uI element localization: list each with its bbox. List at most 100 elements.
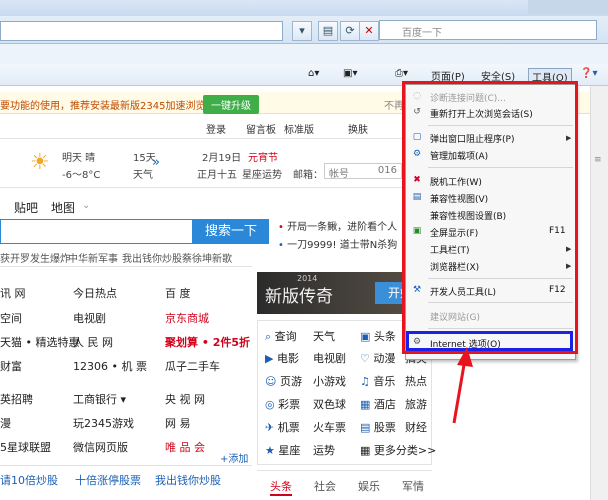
search-input[interactable] bbox=[0, 219, 193, 244]
site-link[interactable]: 讯 网 bbox=[0, 285, 26, 301]
anime-icon: ♡ bbox=[360, 352, 374, 365]
highlight-box-red bbox=[402, 81, 578, 354]
guestbook-link[interactable]: 留言板 bbox=[246, 121, 276, 136]
service-label[interactable]: 动漫 bbox=[373, 352, 395, 365]
tab-military[interactable]: 军情 bbox=[402, 478, 424, 494]
date: 2月19日 bbox=[202, 153, 242, 164]
weather-today[interactable]: 明天 晴 bbox=[62, 149, 95, 164]
ticker-item[interactable]: 获开罗发生爆炸 bbox=[0, 250, 70, 265]
service-link[interactable]: 运势 bbox=[313, 442, 335, 458]
lunar-date: 正月十五 bbox=[197, 170, 237, 181]
service-label[interactable]: 星座 bbox=[278, 444, 300, 457]
tab-headlines[interactable]: 头条 bbox=[270, 478, 292, 496]
site-link[interactable]: 英招聘 bbox=[0, 391, 33, 407]
notice-dismiss[interactable]: 不再 bbox=[384, 97, 404, 112]
weather-temp: -6～8°C bbox=[62, 170, 101, 181]
service-label[interactable]: 彩票 bbox=[278, 398, 300, 411]
site-link[interactable]: 今日热点 bbox=[73, 285, 117, 301]
service-link[interactable]: 热点 bbox=[405, 373, 427, 389]
site-link[interactable]: 5星球联盟 bbox=[0, 439, 51, 455]
service-label[interactable]: 查询 bbox=[275, 330, 297, 343]
site-link[interactable]: 电视剧 bbox=[73, 310, 106, 326]
site-link[interactable]: 漫 bbox=[0, 415, 11, 431]
scrollbar[interactable] bbox=[590, 86, 608, 500]
search-icon: ⌕ bbox=[265, 330, 275, 343]
site-link[interactable]: 网 易 bbox=[165, 415, 191, 431]
bottom-link[interactable]: 十倍涨停股票 bbox=[75, 472, 141, 488]
service-link: ✈ 机票 bbox=[265, 419, 300, 435]
title-bar bbox=[0, 0, 608, 16]
service-link: ▦ 酒店 bbox=[360, 396, 396, 412]
bottom-link[interactable]: 我出钱你炒股 bbox=[155, 472, 221, 488]
site-link[interactable]: 央 视 网 bbox=[165, 391, 205, 407]
ticker-item[interactable]: 蔡徐坤新歌 bbox=[182, 250, 232, 265]
site-link[interactable]: 玩2345游戏 bbox=[73, 415, 134, 431]
plane-icon: ✈ bbox=[265, 421, 278, 434]
site-link[interactable]: 空间 bbox=[0, 310, 22, 326]
notice-text: 要功能的使用，推荐安装最新版2345加速浏览器： bbox=[0, 101, 226, 112]
hot-link-2[interactable]: 一刀9999! 道士带N杀狗 bbox=[287, 240, 397, 251]
browser-search-input[interactable]: 百度一下 bbox=[379, 20, 597, 40]
site-link[interactable]: 瓜子二手车 bbox=[165, 358, 220, 374]
feeds-icon[interactable]: ▣▾ bbox=[343, 68, 357, 79]
hotel-icon: ▦ bbox=[360, 398, 374, 411]
upgrade-button[interactable]: 一键升级 bbox=[203, 95, 259, 114]
service-label[interactable]: 股票 bbox=[374, 421, 396, 434]
service-label[interactable]: 头条 bbox=[374, 330, 396, 343]
tab-entertainment[interactable]: 娱乐 bbox=[358, 478, 380, 494]
site-link[interactable]: 工商银行 ▾ bbox=[73, 391, 126, 407]
site-link[interactable]: 京东商城 bbox=[165, 310, 209, 326]
site-link[interactable]: 百 度 bbox=[165, 285, 191, 301]
tab-tieba[interactable]: 贴吧 bbox=[14, 199, 38, 216]
print-icon[interactable]: ⎙▾ bbox=[395, 68, 408, 79]
service-link: ★ 星座 bbox=[265, 442, 300, 458]
service-link[interactable]: 火车票 bbox=[313, 419, 346, 435]
weather-15days-label[interactable]: 天气 bbox=[133, 166, 153, 181]
site-link[interactable]: 唯 品 会 bbox=[165, 439, 205, 455]
service-link[interactable]: 小游戏 bbox=[313, 373, 346, 389]
search-button[interactable]: 搜索一下 bbox=[193, 219, 269, 244]
site-link[interactable]: 人 民 网 bbox=[73, 334, 113, 350]
refresh-icon[interactable]: ⟳ bbox=[340, 21, 360, 41]
login-link[interactable]: 登录 bbox=[206, 121, 226, 136]
service-link[interactable]: 天气 bbox=[313, 328, 335, 344]
service-link: ⌕ 查询 bbox=[265, 328, 297, 344]
tab-map[interactable]: 地图 bbox=[51, 199, 75, 216]
hot-link-1[interactable]: 开局一条鳅，进阶看个人 bbox=[287, 222, 397, 233]
chevron-down-icon[interactable]: ⌄ bbox=[82, 200, 90, 211]
site-link[interactable]: 12306 • 机 票 bbox=[73, 358, 147, 374]
more-categories-link: ▦ 更多分类>> bbox=[360, 442, 436, 458]
astro-link[interactable]: 星座运势 bbox=[242, 166, 282, 181]
chevron-right-icon[interactable]: » bbox=[152, 155, 160, 170]
site-link[interactable]: 聚划算 • 2件5折 bbox=[165, 334, 250, 350]
service-link[interactable]: 财经 bbox=[405, 419, 427, 435]
ticker-item[interactable]: 中华新军事 bbox=[68, 250, 118, 265]
compat-view-icon[interactable]: ▤ bbox=[318, 21, 338, 41]
stop-icon[interactable]: ✕ bbox=[359, 21, 379, 41]
site-link[interactable]: 财富 bbox=[0, 358, 22, 374]
service-label[interactable]: 电影 bbox=[277, 352, 299, 365]
service-link[interactable]: 双色球 bbox=[313, 396, 346, 412]
tab-area bbox=[0, 44, 608, 64]
mail-account-input[interactable]: 帐号 016 bbox=[324, 163, 402, 180]
home-icon[interactable]: ⌂▾ bbox=[308, 68, 319, 79]
bottom-link[interactable]: 请10倍炒股 bbox=[0, 472, 58, 488]
service-link[interactable]: 旅游 bbox=[405, 396, 427, 412]
ticker-item[interactable]: 我出钱你炒股 bbox=[122, 250, 182, 265]
site-link[interactable]: 天猫 • 精选特惠 bbox=[0, 334, 79, 350]
service-label[interactable]: 更多分类>> bbox=[374, 444, 436, 457]
tab-society[interactable]: 社会 bbox=[314, 478, 336, 494]
service-label[interactable]: 酒店 bbox=[374, 398, 396, 411]
address-input[interactable] bbox=[0, 21, 283, 41]
help-icon[interactable]: ❓▾ bbox=[580, 68, 597, 79]
service-label[interactable]: 机票 bbox=[278, 421, 300, 434]
festival[interactable]: 元宵节 bbox=[248, 149, 278, 164]
search-dropdown-icon[interactable]: ▾ bbox=[292, 21, 312, 41]
add-site-link[interactable]: +添加 bbox=[220, 450, 248, 465]
skin-link[interactable]: 换肤 bbox=[348, 121, 368, 136]
service-label[interactable]: 页游 bbox=[280, 375, 302, 388]
service-label[interactable]: 音乐 bbox=[373, 375, 395, 388]
service-link[interactable]: 电视剧 bbox=[313, 350, 346, 366]
version-link[interactable]: 标准版 bbox=[284, 121, 314, 136]
site-link[interactable]: 微信网页版 bbox=[73, 439, 128, 455]
